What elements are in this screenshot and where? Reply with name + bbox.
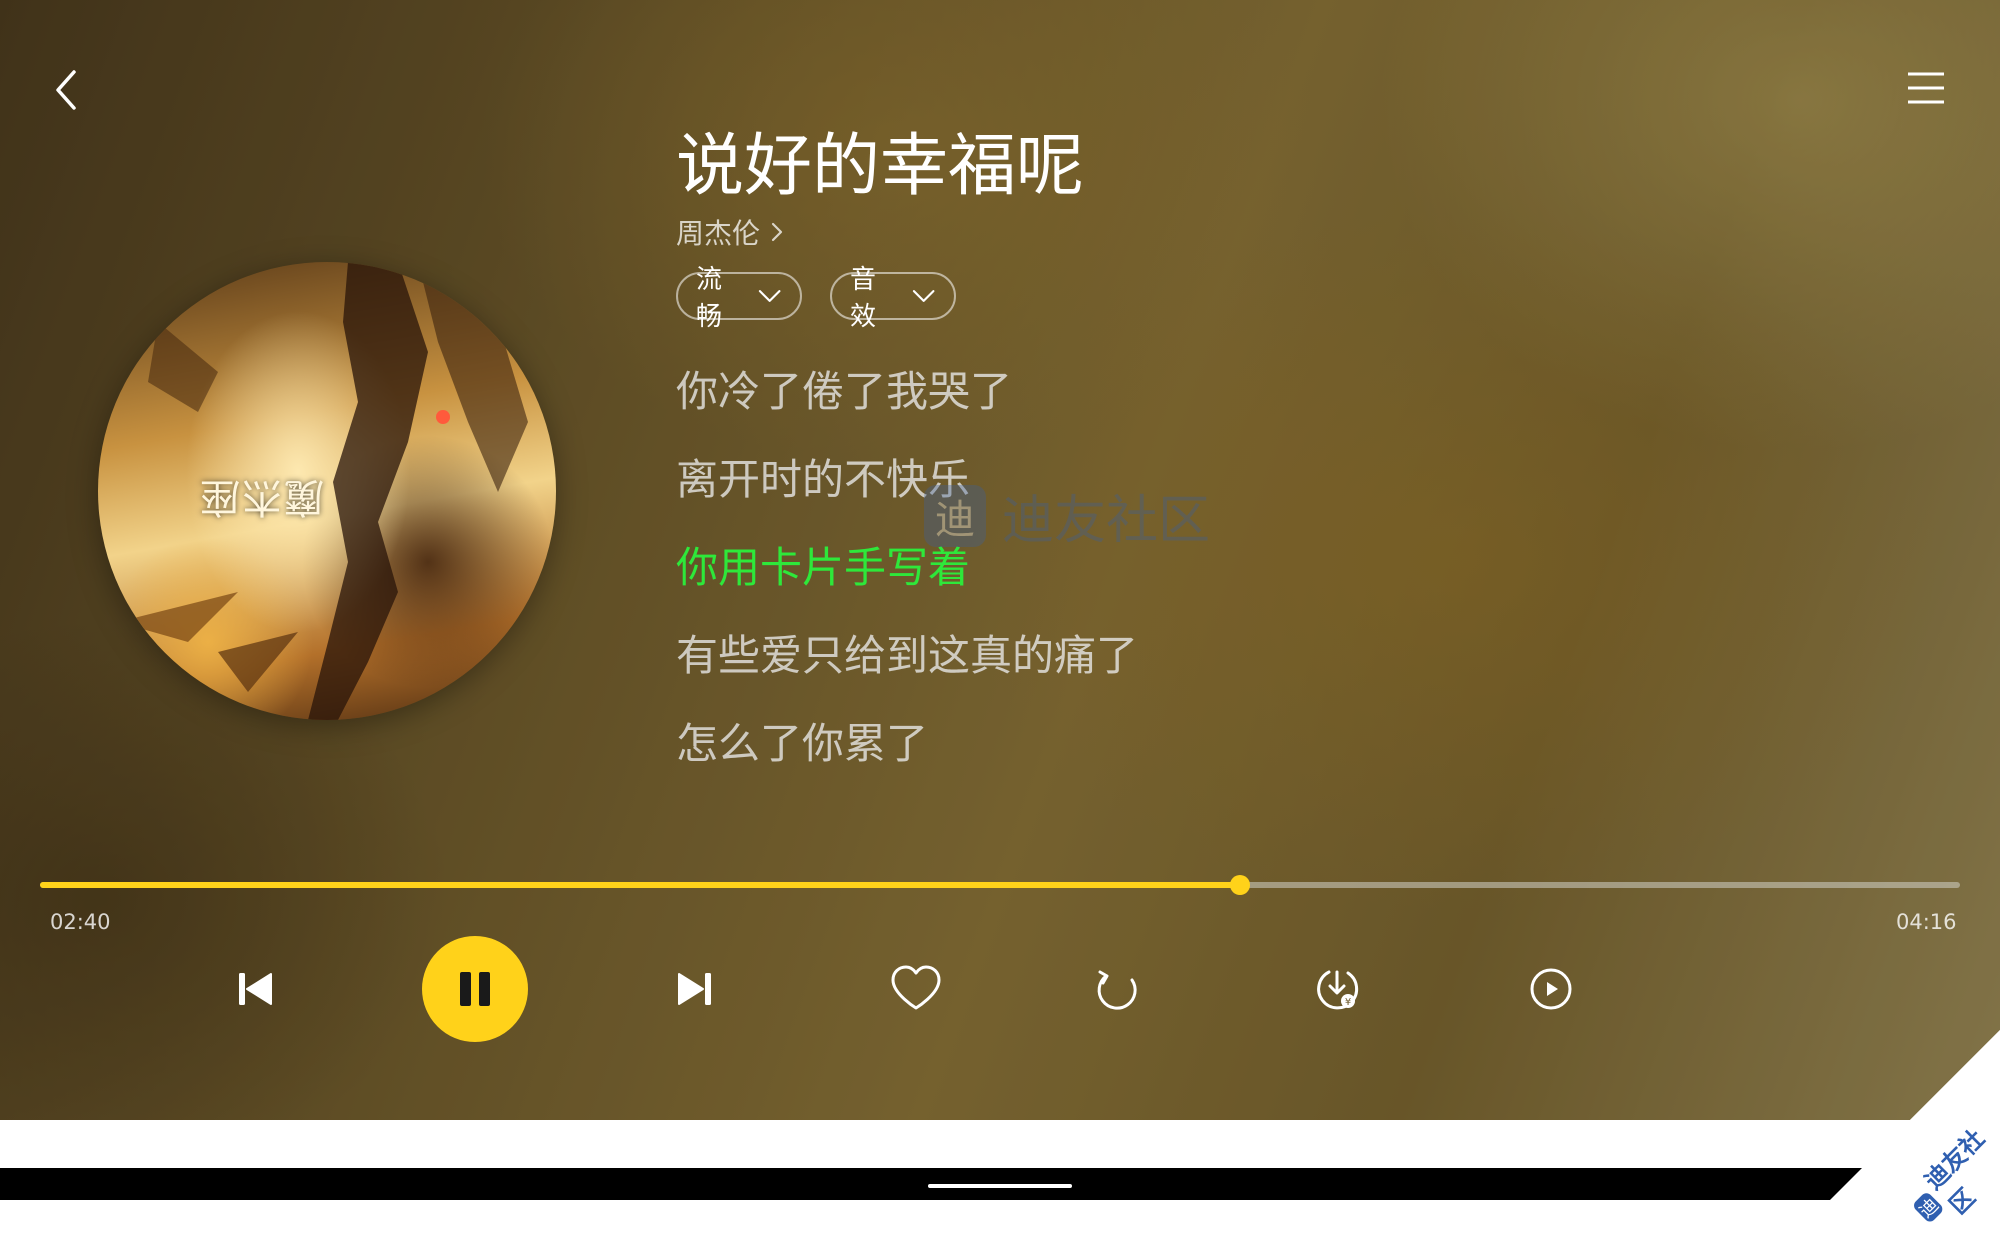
home-indicator[interactable] <box>928 1184 1072 1188</box>
lyric-line: 有些爱只给到这真的痛了 <box>676 631 1139 680</box>
progress-slider[interactable] <box>40 875 1960 895</box>
sound-effect-dropdown[interactable]: 音效 <box>830 265 956 332</box>
svg-text:¥: ¥ <box>1345 997 1351 1008</box>
repeat-button[interactable] <box>1092 964 1142 1014</box>
lyric-line-current: 你用卡片手写着 <box>676 543 971 592</box>
previous-button[interactable] <box>232 966 278 1012</box>
video-icon <box>1530 968 1572 1010</box>
download-button[interactable]: ¥ <box>1312 964 1362 1014</box>
progress-thumb[interactable] <box>1230 875 1250 895</box>
favorite-button[interactable] <box>888 962 944 1014</box>
total-time: 04:16 <box>1896 910 1957 934</box>
album-artwork-illustration <box>118 262 528 720</box>
download-icon: ¥ <box>1317 970 1359 1010</box>
back-chevron-icon <box>56 70 76 110</box>
music-video-button[interactable] <box>1526 964 1576 1014</box>
chevron-down-icon <box>758 290 781 302</box>
heart-icon <box>891 965 941 1010</box>
quality-dropdown[interactable]: 流畅 <box>676 265 802 332</box>
hamburger-menu-icon <box>1908 72 1944 104</box>
menu-button[interactable] <box>1906 70 1946 106</box>
artist-name: 周杰伦 <box>676 217 761 250</box>
lyric-line: 你冷了倦了我哭了 <box>676 367 1013 416</box>
progress-fill <box>40 882 1240 888</box>
quality-label: 流畅 <box>696 265 723 332</box>
previous-icon <box>239 973 272 1005</box>
lyric-line: 怎么了你累了 <box>676 719 929 768</box>
back-button[interactable] <box>46 64 90 116</box>
chevron-right-icon <box>771 222 783 242</box>
lyric-line: 离开时的不快乐 <box>676 455 971 504</box>
chevron-down-icon <box>912 290 935 302</box>
repeat-icon <box>1097 970 1137 1010</box>
pause-icon <box>460 972 490 1006</box>
next-button[interactable] <box>672 966 718 1012</box>
player-screen: 魔杰座 说好的幸福呢 周杰伦 流畅 音效 你冷了倦了我哭了 离开时的不快乐 你用… <box>0 0 2000 1120</box>
artist-link[interactable]: 周杰伦 <box>676 212 784 252</box>
album-art-text: 魔杰座 <box>198 474 324 520</box>
pause-button[interactable] <box>422 936 528 1042</box>
album-cover[interactable]: 魔杰座 <box>98 262 556 720</box>
song-title: 说好的幸福呢 <box>676 127 1085 206</box>
sound-effect-label: 音效 <box>850 265 877 332</box>
next-icon <box>678 973 711 1005</box>
elapsed-time: 02:40 <box>50 910 111 934</box>
lyrics-panel[interactable]: 你冷了倦了我哭了 离开时的不快乐 你用卡片手写着 有些爱只给到这真的痛了 怎么了… <box>676 362 1576 802</box>
